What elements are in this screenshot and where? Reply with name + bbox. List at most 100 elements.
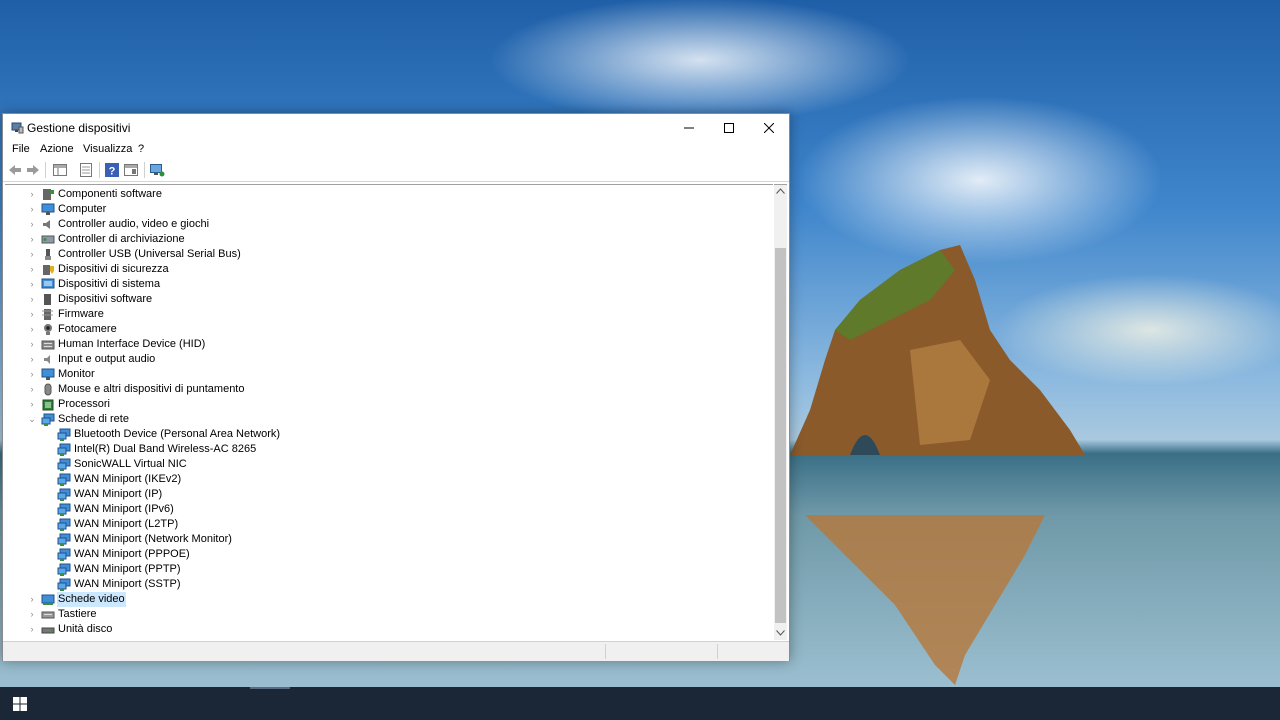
tree-device[interactable]: WAN Miniport (IP) [5,487,765,502]
tree-item-label: Dispositivi software [58,293,153,305]
tree-category[interactable]: › Unità disco [5,622,765,637]
tree-device[interactable]: SonicWALL Virtual NIC [5,457,765,472]
tree-item-label: Controller audio, video e giochi [58,218,210,230]
vertical-scrollbar[interactable] [774,184,787,640]
scrollbar-thumb[interactable] [775,248,786,623]
expand-chevron-icon[interactable]: › [27,232,37,247]
tree-item-label: Fotocamere [58,323,117,335]
tree-device[interactable]: WAN Miniport (IPv6) [5,502,765,517]
network-adapter-icon [57,518,71,531]
title-bar[interactable]: Gestione dispositivi [3,114,789,141]
network-adapter-icon [57,548,71,561]
expand-chevron-icon[interactable]: › [27,367,37,382]
properties-pane-icon[interactable] [52,162,68,178]
expand-chevron-icon[interactable]: › [27,247,37,262]
expand-chevron-icon[interactable]: › [27,187,37,202]
status-bar [3,641,789,661]
maximize-button[interactable] [709,114,749,141]
tree-category[interactable]: › Schede video [5,592,765,607]
expand-chevron-icon[interactable]: › [27,592,37,607]
tree-category[interactable]: › Computer [5,202,765,217]
tree-category[interactable]: › Controller USB (Universal Serial Bus) [5,247,765,262]
details-icon[interactable] [78,162,94,178]
forward-icon[interactable] [25,162,41,178]
expand-chevron-icon[interactable]: › [27,337,37,352]
tree-category[interactable]: › Controller di archiviazione [5,232,765,247]
tree-device[interactable]: WAN Miniport (SSTP) [5,577,765,592]
usb-icon [45,249,51,260]
expand-chevron-icon[interactable]: › [27,277,37,292]
start-button[interactable] [0,687,40,720]
tree-item-label: Intel(R) Dual Band Wireless-AC 8265 [74,443,257,455]
expand-chevron-icon[interactable]: › [27,397,37,412]
tree-category[interactable]: › Dispositivi di sicurezza [5,262,765,277]
tree-category[interactable]: › Monitor [5,367,765,382]
tree-category[interactable]: › Human Interface Device (HID) [5,337,765,352]
expand-chevron-icon[interactable]: › [27,322,37,337]
expand-chevron-icon[interactable]: › [27,262,37,277]
minimize-button[interactable] [669,114,709,141]
windows-start-icon [13,696,27,711]
tree-category[interactable]: › Fotocamere [5,322,765,337]
speaker-icon [43,220,50,229]
tree-category[interactable]: › Mouse e altri dispositivi di puntamento [5,382,765,397]
network-adapter-icon [57,533,71,546]
scroll-down-icon[interactable] [776,630,785,636]
close-button[interactable] [749,114,789,141]
expand-chevron-icon[interactable]: › [27,382,37,397]
status-divider [717,644,718,659]
expand-chevron-icon[interactable]: › [27,622,37,637]
menu-file[interactable]: File [12,143,30,155]
tree-item-label: WAN Miniport (SSTP) [74,578,181,590]
tree-device[interactable]: WAN Miniport (PPTP) [5,562,765,577]
expand-chevron-icon[interactable]: › [27,217,37,232]
tree-category[interactable]: ⌄ Schede di rete [5,412,765,427]
storage-controller-icon [41,235,55,244]
expand-chevron-icon[interactable]: › [27,607,37,622]
menu-help[interactable]: ? [138,143,144,155]
monitor-icon[interactable] [149,162,165,178]
tree-item-label: Unità disco [58,623,113,635]
help-icon[interactable]: ? [104,162,120,178]
expand-chevron-icon[interactable]: › [27,202,37,217]
firmware-icon [42,309,53,320]
view-icon[interactable] [123,162,139,178]
tree-category[interactable]: › Tastiere [5,607,765,622]
scroll-up-icon[interactable] [776,188,785,194]
expand-chevron-icon[interactable]: › [27,352,37,367]
menu-azione[interactable]: Azione [40,143,74,155]
tree-category[interactable]: › Processori [5,397,765,412]
processor-icon [42,399,54,411]
tree-category[interactable]: › Controller audio, video e giochi [5,217,765,232]
expand-chevron-icon[interactable]: › [27,307,37,322]
software-component-icon [43,189,54,200]
tree-device[interactable]: WAN Miniport (PPPOE) [5,547,765,562]
menu-visualizza[interactable]: Visualizza [83,143,132,155]
tree-device[interactable]: WAN Miniport (Network Monitor) [5,532,765,547]
disk-drive-icon [41,627,55,634]
tree-item-label: Schede di rete [58,413,129,425]
tree-category[interactable]: › Firmware [5,307,765,322]
minimize-icon [684,127,694,128]
audio-io-icon [44,355,50,364]
toolbar-separator [45,162,46,178]
tree-category[interactable]: › Dispositivi software [5,292,765,307]
tree-device[interactable]: Intel(R) Dual Band Wireless-AC 8265 [5,442,765,457]
tree-item-label: Controller di archiviazione [58,233,185,245]
tree-item-label: Schede video [57,592,126,607]
tree-device[interactable]: Bluetooth Device (Personal Area Network) [5,427,765,442]
tree-category[interactable]: › Dispositivi di sistema [5,277,765,292]
tree-item-label: Mouse e altri dispositivi di puntamento [58,383,245,395]
tree-category[interactable]: › Componenti software [5,187,765,202]
status-divider [605,644,606,659]
back-icon[interactable] [7,162,23,178]
wallpaper-rock [790,245,1085,455]
tree-device[interactable]: WAN Miniport (IKEv2) [5,472,765,487]
tree-category[interactable]: › Input e output audio [5,352,765,367]
expand-chevron-icon[interactable]: › [27,292,37,307]
device-tree[interactable]: › Componenti software › Computer › Controller… [5,184,773,640]
collapse-chevron-icon[interactable]: ⌄ [27,412,37,427]
tree-device[interactable]: WAN Miniport (L2TP) [5,517,765,532]
tree-item-label: Computer [58,203,107,215]
monitor-icon [41,368,55,380]
